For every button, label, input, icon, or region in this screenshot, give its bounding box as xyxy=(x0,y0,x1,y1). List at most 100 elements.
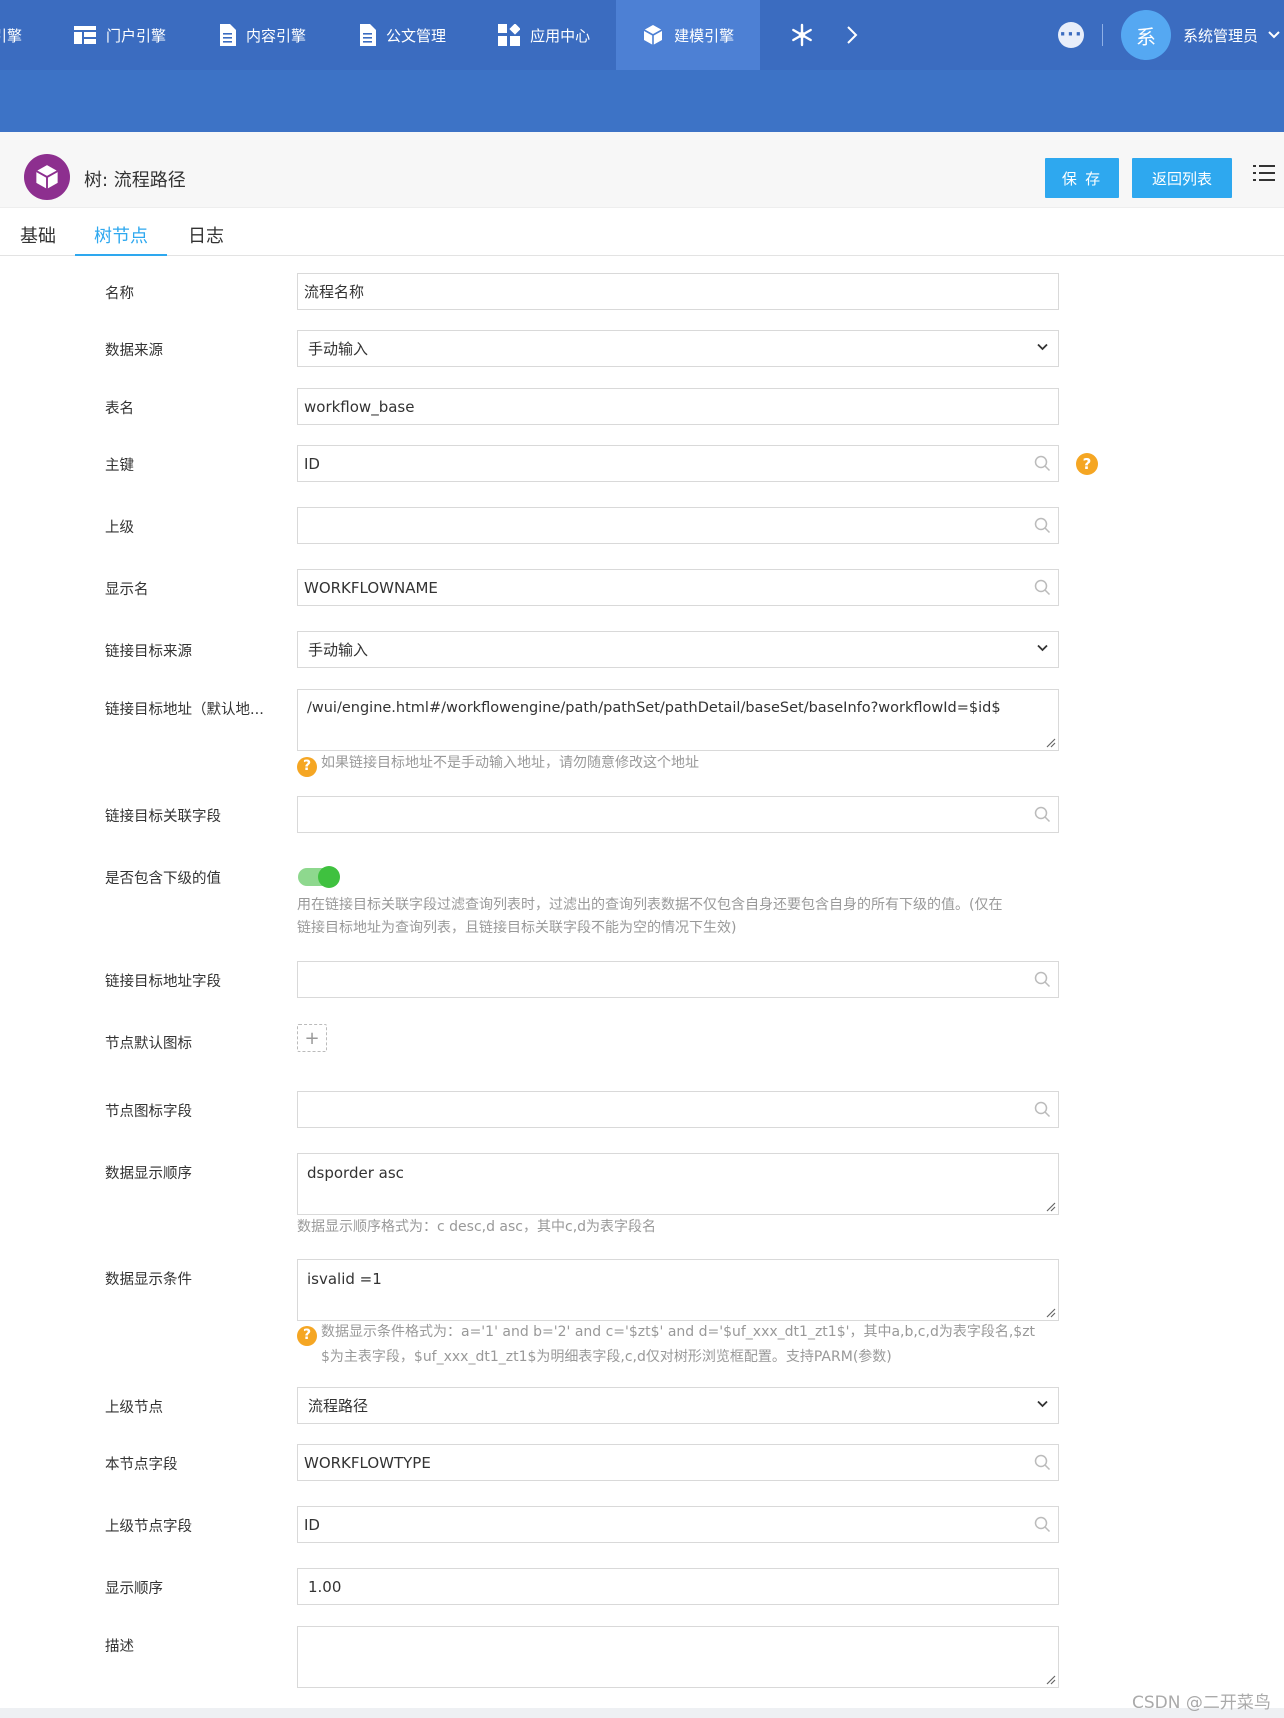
chevron-right-icon[interactable] xyxy=(846,25,858,45)
chevron-down-icon xyxy=(1037,644,1048,652)
field-value: ID xyxy=(304,454,320,473)
user-name[interactable]: 系统管理员 xyxy=(1183,25,1258,46)
node-field-browse-field[interactable]: WORKFLOWTYPE xyxy=(297,1444,1059,1481)
nav-item-more-modules[interactable] xyxy=(760,0,878,70)
document-icon xyxy=(220,24,237,46)
node-icon-field-browse-field[interactable] xyxy=(297,1091,1059,1128)
field-value: dsporder asc xyxy=(307,1164,404,1182)
field-value: 流程路径 xyxy=(308,1397,369,1415)
nav-item-label: 引擎 xyxy=(0,26,23,45)
nav-item-document-management[interactable]: 公文管理 xyxy=(332,0,472,70)
name-input[interactable]: 流程名称 xyxy=(297,273,1059,310)
field-label: 节点默认图标 xyxy=(105,1036,192,1052)
search-icon[interactable] xyxy=(1034,806,1051,823)
field-label: 链接目标地址（默认地... xyxy=(105,702,264,718)
search-icon[interactable] xyxy=(1034,517,1051,534)
search-icon[interactable] xyxy=(1034,1454,1051,1471)
apps-grid-icon xyxy=(498,24,521,46)
field-label: 上级 xyxy=(105,520,134,536)
field-value: 流程名称 xyxy=(304,283,365,301)
field-value: ID xyxy=(304,1515,320,1534)
save-button[interactable]: 保 存 xyxy=(1045,158,1119,198)
field-value: 手动输入 xyxy=(308,641,369,659)
search-icon[interactable] xyxy=(1034,971,1051,988)
condition-hint: ? 数据显示条件格式为：a='1' and b='2' and c='$zt$' … xyxy=(297,1321,1067,1369)
display-order-input[interactable]: 1.00 xyxy=(297,1568,1059,1605)
tree-node-form: 名称 流程名称 数据来源 手动输入 表名 workflow_base 主键 ID… xyxy=(0,0,1284,1718)
watermark: CSDN @二开菜鸟 xyxy=(1132,1693,1271,1713)
parent-node-field-browse-field[interactable]: ID xyxy=(297,1506,1059,1543)
field-value: WORKFLOWNAME xyxy=(304,578,438,597)
cube-icon xyxy=(35,165,59,189)
include-children-toggle[interactable] xyxy=(298,866,340,888)
chevron-down-icon[interactable] xyxy=(1268,31,1280,39)
snowflake-icon xyxy=(792,23,812,47)
search-icon[interactable] xyxy=(1034,579,1051,596)
field-label: 数据显示条件 xyxy=(105,1272,192,1288)
nav-item-app-center[interactable]: 应用中心 xyxy=(472,0,616,70)
upload-icon-button[interactable]: + xyxy=(297,1024,327,1052)
field-label: 显示顺序 xyxy=(105,1581,163,1597)
link-url-field-browse-field[interactable] xyxy=(297,961,1059,998)
nav-item-label: 建模引擎 xyxy=(674,26,735,45)
parent-node-select[interactable]: 流程路径 xyxy=(297,1387,1059,1424)
help-question-icon[interactable]: ? xyxy=(1076,453,1098,475)
search-icon[interactable] xyxy=(1034,1101,1051,1118)
list-menu-icon[interactable] xyxy=(1253,164,1275,182)
field-label: 链接目标来源 xyxy=(105,644,192,660)
more-dots-icon[interactable]: ··· xyxy=(1057,22,1084,48)
top-banner xyxy=(0,70,1284,132)
order-hint: 数据显示顺序格式为：c desc,d asc，其中c,d为表字段名 xyxy=(297,1216,1067,1239)
warning-question-icon: ? xyxy=(297,756,317,777)
nav-item-label: 公文管理 xyxy=(386,26,447,45)
field-label: 本节点字段 xyxy=(105,1457,178,1473)
field-label: 主键 xyxy=(105,458,134,474)
nav-item-label: 内容引擎 xyxy=(246,26,307,45)
nav-item-content-engine[interactable]: 内容引擎 xyxy=(192,0,332,70)
chevron-down-icon xyxy=(1037,1400,1048,1408)
nav-item-portal-engine[interactable]: 门户引擎 xyxy=(48,0,192,70)
resize-grip-icon[interactable] xyxy=(1046,1202,1056,1212)
nav-item-modeling-engine[interactable]: 建模引擎 xyxy=(616,0,761,70)
page-title: 树: 流程路径 xyxy=(84,170,186,191)
field-label: 数据显示顺序 xyxy=(105,1166,192,1182)
return-to-list-button[interactable]: 返回列表 xyxy=(1132,158,1232,198)
parent-browse-field[interactable] xyxy=(297,507,1059,544)
resize-grip-icon[interactable] xyxy=(1046,1675,1056,1685)
field-label: 是否包含下级的值 xyxy=(105,871,221,887)
field-label: 链接目标地址字段 xyxy=(105,974,221,990)
link-url-textarea[interactable]: /wui/engine.html#/workflowengine/path/pa… xyxy=(297,689,1059,751)
field-label: 描述 xyxy=(105,1639,134,1655)
field-label: 名称 xyxy=(105,286,134,302)
field-value: isvalid =1 xyxy=(307,1270,382,1288)
field-value: 手动输入 xyxy=(308,340,369,358)
link-field-browse-field[interactable] xyxy=(297,796,1059,833)
condition-textarea[interactable]: isvalid =1 xyxy=(297,1259,1059,1321)
include-children-hint: 用在链接目标关联字段过滤查询列表时，过滤出的查询列表数据不仅包含自身还要包含自身… xyxy=(297,894,1067,940)
search-icon[interactable] xyxy=(1034,1516,1051,1533)
search-icon[interactable] xyxy=(1034,455,1051,472)
tab-log[interactable]: 日志 xyxy=(186,222,226,256)
chevron-down-icon xyxy=(1037,343,1048,351)
nav-item-label: 应用中心 xyxy=(530,26,591,45)
link-source-select[interactable]: 手动输入 xyxy=(297,631,1059,668)
document-icon xyxy=(360,24,377,46)
resize-grip-icon[interactable] xyxy=(1046,738,1056,748)
avatar-text: 系 xyxy=(1135,24,1156,49)
link-url-hint: ? 如果链接目标地址不是手动输入地址，请勿随意修改这个地址 xyxy=(297,752,1067,777)
tab-tree-node[interactable]: 树节点 xyxy=(75,222,167,256)
description-textarea[interactable] xyxy=(297,1626,1059,1688)
tab-basic[interactable]: 基础 xyxy=(18,222,58,256)
table-name-input[interactable]: workflow_base xyxy=(297,388,1059,425)
data-source-select[interactable]: 手动输入 xyxy=(297,330,1059,367)
app-logo xyxy=(24,154,70,200)
top-nav-menu: 引擎 门户引擎 内容引擎 公文管理 应用中心 建模引擎 xyxy=(0,0,878,70)
display-name-browse-field[interactable]: WORKFLOWNAME xyxy=(297,569,1059,606)
resize-grip-icon[interactable] xyxy=(1046,1308,1056,1318)
plus-icon: + xyxy=(304,1027,320,1049)
nav-item-engine[interactable]: 引擎 xyxy=(0,0,48,70)
primary-key-browse-field[interactable]: ID xyxy=(297,445,1059,482)
toggle-knob xyxy=(318,866,340,888)
avatar[interactable]: 系 xyxy=(1120,10,1171,60)
order-textarea[interactable]: dsporder asc xyxy=(297,1153,1059,1215)
